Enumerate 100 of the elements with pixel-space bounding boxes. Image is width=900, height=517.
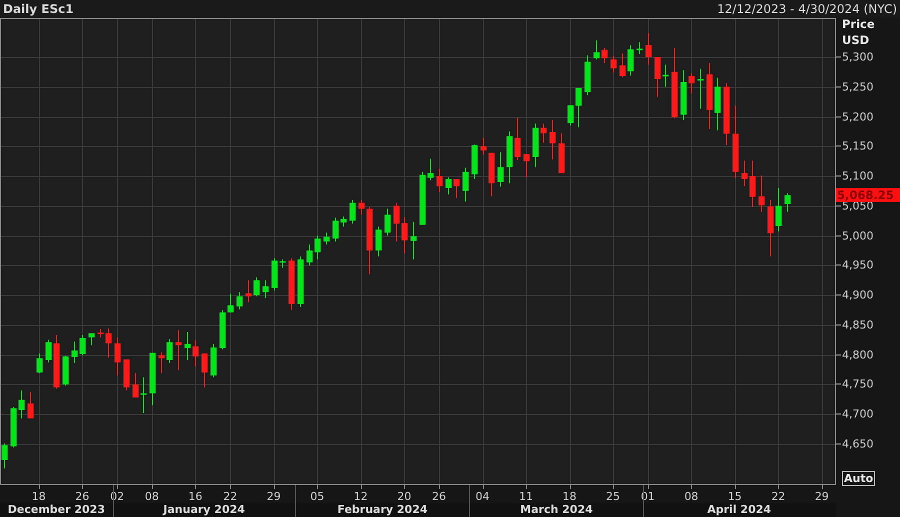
candle xyxy=(28,392,34,419)
candle xyxy=(10,406,16,448)
candle xyxy=(594,40,600,60)
axis-label: 5,150 xyxy=(842,140,874,153)
axis-unit: USD xyxy=(842,33,870,47)
chart-title: Daily ESc1 xyxy=(3,2,74,16)
candle xyxy=(46,339,52,363)
candle xyxy=(610,55,616,73)
candle xyxy=(176,330,182,371)
candle xyxy=(236,292,242,310)
axis-label: 08 xyxy=(684,490,698,503)
axis-label: 15 xyxy=(728,490,742,503)
axis-label: 18 xyxy=(562,490,576,503)
candle xyxy=(18,390,24,419)
axis-label: 4,850 xyxy=(842,318,874,332)
candle xyxy=(228,293,234,313)
candle xyxy=(132,372,138,398)
candle xyxy=(184,332,190,360)
axis-label: 25 xyxy=(606,490,620,503)
candle xyxy=(288,258,294,310)
candle xyxy=(498,152,504,188)
candle xyxy=(688,72,694,94)
candle xyxy=(750,160,756,208)
candle xyxy=(428,158,434,181)
candle xyxy=(246,280,252,303)
month-label: April 2024 xyxy=(707,503,772,516)
candle xyxy=(454,178,460,199)
axis-label: 4,950 xyxy=(842,258,874,272)
axis-label: 26 xyxy=(432,490,446,503)
candle xyxy=(724,82,730,146)
candle xyxy=(680,70,686,121)
axis-label: 04 xyxy=(476,490,490,503)
candle xyxy=(140,376,146,414)
axis-label: 4,900 xyxy=(842,288,874,302)
candle xyxy=(768,199,774,257)
candle xyxy=(2,442,8,469)
last-price-badge: 5,068.25 xyxy=(836,188,900,202)
axis-label: 22 xyxy=(771,490,786,503)
candle xyxy=(446,176,452,195)
candle xyxy=(758,174,764,212)
axis-label: 22 xyxy=(223,490,238,503)
candle xyxy=(314,235,320,260)
axis-label: 4,650 xyxy=(842,437,874,450)
candle xyxy=(514,117,520,160)
candle xyxy=(654,56,660,98)
candle xyxy=(488,152,494,197)
candle xyxy=(540,123,546,144)
candle xyxy=(602,48,608,64)
candle xyxy=(210,343,216,378)
axis-label: 05 xyxy=(310,490,324,503)
candle xyxy=(192,340,198,368)
month-label: January 2024 xyxy=(163,503,245,516)
candle xyxy=(394,202,400,242)
candle xyxy=(150,352,156,406)
candle xyxy=(646,32,652,66)
candle xyxy=(628,44,634,76)
candle xyxy=(324,232,330,245)
axis-label: 4,800 xyxy=(842,348,874,362)
candle xyxy=(54,334,60,390)
axis-label: 5,300 xyxy=(842,50,874,64)
candle xyxy=(662,64,668,88)
axis-label: 4,750 xyxy=(842,378,874,391)
candle xyxy=(72,341,78,364)
candle xyxy=(106,328,112,358)
candle xyxy=(98,328,104,338)
candle xyxy=(306,244,312,266)
candle xyxy=(384,208,390,236)
candle xyxy=(402,216,408,254)
axis-label: 5,100 xyxy=(842,170,874,183)
candle xyxy=(532,123,538,168)
candle xyxy=(462,167,468,202)
candle xyxy=(166,338,172,364)
candle xyxy=(576,87,582,128)
candle xyxy=(376,226,382,257)
auto-button[interactable]: Auto xyxy=(842,471,876,486)
candle xyxy=(568,104,574,126)
candle xyxy=(436,168,442,193)
candle xyxy=(672,48,678,119)
candle xyxy=(80,334,86,356)
candle xyxy=(584,54,590,96)
candle xyxy=(340,216,346,228)
candle xyxy=(272,258,278,291)
candle xyxy=(524,154,530,178)
axis-label: 12 xyxy=(354,490,368,503)
candle xyxy=(220,309,226,350)
candle xyxy=(636,42,642,55)
candle xyxy=(158,352,164,374)
candle xyxy=(366,206,372,275)
candle xyxy=(88,332,94,346)
axis-label: 5,000 xyxy=(842,229,874,242)
candle xyxy=(114,336,120,376)
candle xyxy=(480,137,486,156)
axis-label: 5,250 xyxy=(842,80,874,94)
candle xyxy=(298,256,304,308)
candle xyxy=(280,258,286,268)
candle xyxy=(506,130,512,184)
candle xyxy=(62,355,68,386)
axis-label: 20 xyxy=(397,490,412,503)
candle xyxy=(420,171,426,226)
candle xyxy=(124,358,130,391)
